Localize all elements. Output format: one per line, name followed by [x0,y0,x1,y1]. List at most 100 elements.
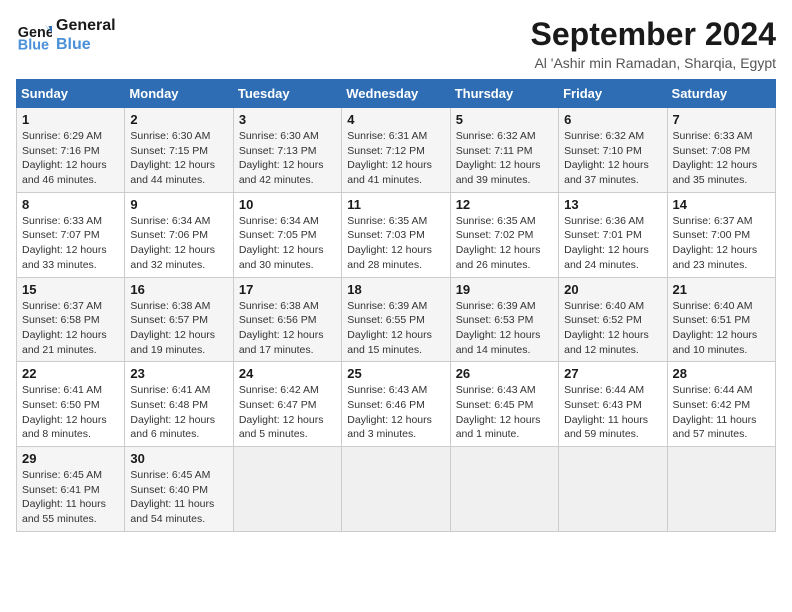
week-row-3: 15 Sunrise: 6:37 AMSunset: 6:58 PMDayligh… [17,277,776,362]
day-detail: Sunrise: 6:44 AMSunset: 6:42 PMDaylight:… [673,383,770,442]
table-cell: 5 Sunrise: 6:32 AMSunset: 7:11 PMDaylight… [450,108,558,193]
table-cell: 22 Sunrise: 6:41 AMSunset: 6:50 PMDayligh… [17,362,125,447]
day-number: 11 [347,197,444,212]
week-row-4: 22 Sunrise: 6:41 AMSunset: 6:50 PMDayligh… [17,362,776,447]
day-number: 8 [22,197,119,212]
table-cell: 6Sunrise: 6:32 AMSunset: 7:10 PMDaylight… [559,108,667,193]
table-cell [559,447,667,532]
day-number: 26 [456,366,553,381]
day-detail: Sunrise: 6:45 AMSunset: 6:41 PMDaylight:… [22,468,119,527]
day-number: 25 [347,366,444,381]
day-number: 10 [239,197,336,212]
day-detail: Sunrise: 6:31 AMSunset: 7:12 PMDaylight:… [347,129,444,188]
day-number: 5 [456,112,553,127]
col-sunday: Sunday [17,80,125,108]
page-header: General Blue General Blue September 2024… [16,16,776,71]
logo-icon: General Blue [16,17,52,53]
table-cell: 26 Sunrise: 6:43 AMSunset: 6:45 PMDayligh… [450,362,558,447]
day-number: 18 [347,282,444,297]
day-detail: Sunrise: 6:39 AMSunset: 6:53 PMDaylight:… [456,299,553,358]
day-detail: Sunrise: 6:34 AMSunset: 7:06 PMDaylight:… [130,214,227,273]
table-cell: 4Sunrise: 6:31 AMSunset: 7:12 PMDaylight… [342,108,450,193]
day-detail: Sunrise: 6:40 AMSunset: 6:51 PMDaylight:… [673,299,770,358]
table-cell: 11 Sunrise: 6:35 AMSunset: 7:03 PMDayligh… [342,192,450,277]
day-detail: Sunrise: 6:41 AMSunset: 6:48 PMDaylight:… [130,383,227,442]
svg-text:Blue: Blue [18,38,49,54]
day-detail: Sunrise: 6:40 AMSunset: 6:52 PMDaylight:… [564,299,661,358]
table-cell: 15 Sunrise: 6:37 AMSunset: 6:58 PMDayligh… [17,277,125,362]
table-cell: 8 Sunrise: 6:33 AMSunset: 7:07 PMDaylight… [17,192,125,277]
table-cell: 30Sunrise: 6:45 AMSunset: 6:40 PMDayligh… [125,447,233,532]
day-detail: Sunrise: 6:29 AMSunset: 7:16 PMDaylight:… [22,129,119,188]
calendar-header-row: Sunday Monday Tuesday Wednesday Thursday… [17,80,776,108]
day-number: 28 [673,366,770,381]
table-cell: 9 Sunrise: 6:34 AMSunset: 7:06 PMDaylight… [125,192,233,277]
day-number: 7 [673,112,770,127]
week-row-5: 29Sunrise: 6:45 AMSunset: 6:41 PMDayligh… [17,447,776,532]
day-detail: Sunrise: 6:37 AMSunset: 6:58 PMDaylight:… [22,299,119,358]
table-cell: 21 Sunrise: 6:40 AMSunset: 6:51 PMDayligh… [667,277,775,362]
week-row-1: 1 Sunrise: 6:29 AMSunset: 7:16 PMDaylight… [17,108,776,193]
table-cell: 18 Sunrise: 6:39 AMSunset: 6:55 PMDayligh… [342,277,450,362]
table-cell: 1 Sunrise: 6:29 AMSunset: 7:16 PMDaylight… [17,108,125,193]
table-cell: 23 Sunrise: 6:41 AMSunset: 6:48 PMDayligh… [125,362,233,447]
table-cell: 17 Sunrise: 6:38 AMSunset: 6:56 PMDayligh… [233,277,341,362]
day-detail: Sunrise: 6:38 AMSunset: 6:56 PMDaylight:… [239,299,336,358]
day-detail: Sunrise: 6:37 AMSunset: 7:00 PMDaylight:… [673,214,770,273]
table-cell: 24 Sunrise: 6:42 AMSunset: 6:47 PMDayligh… [233,362,341,447]
day-number: 27 [564,366,661,381]
day-detail: Sunrise: 6:43 AMSunset: 6:46 PMDaylight:… [347,383,444,442]
day-detail: Sunrise: 6:41 AMSunset: 6:50 PMDaylight:… [22,383,119,442]
day-number: 24 [239,366,336,381]
day-number: 3 [239,112,336,127]
day-detail: Sunrise: 6:30 AMSunset: 7:13 PMDaylight:… [239,129,336,188]
day-detail: Sunrise: 6:33 AMSunset: 7:08 PMDaylight:… [673,129,770,188]
day-number: 17 [239,282,336,297]
location: Al 'Ashir min Ramadan, Sharqia, Egypt [531,55,776,71]
day-number: 1 [22,112,119,127]
table-cell: 19 Sunrise: 6:39 AMSunset: 6:53 PMDayligh… [450,277,558,362]
table-cell: 12Sunrise: 6:35 AMSunset: 7:02 PMDayligh… [450,192,558,277]
table-cell [667,447,775,532]
col-saturday: Saturday [667,80,775,108]
day-number: 15 [22,282,119,297]
day-detail: Sunrise: 6:42 AMSunset: 6:47 PMDaylight:… [239,383,336,442]
col-monday: Monday [125,80,233,108]
day-number: 20 [564,282,661,297]
col-wednesday: Wednesday [342,80,450,108]
table-cell: 16Sunrise: 6:38 AMSunset: 6:57 PMDayligh… [125,277,233,362]
day-detail: Sunrise: 6:35 AMSunset: 7:03 PMDaylight:… [347,214,444,273]
table-cell: 7 Sunrise: 6:33 AMSunset: 7:08 PMDaylight… [667,108,775,193]
logo-general: General [56,16,116,35]
day-number: 23 [130,366,227,381]
table-cell: 14 Sunrise: 6:37 AMSunset: 7:00 PMDayligh… [667,192,775,277]
day-detail: Sunrise: 6:36 AMSunset: 7:01 PMDaylight:… [564,214,661,273]
day-detail: Sunrise: 6:38 AMSunset: 6:57 PMDaylight:… [130,299,227,358]
day-detail: Sunrise: 6:43 AMSunset: 6:45 PMDaylight:… [456,383,553,442]
month-title: September 2024 [531,16,776,53]
day-detail: Sunrise: 6:39 AMSunset: 6:55 PMDaylight:… [347,299,444,358]
day-number: 21 [673,282,770,297]
day-number: 19 [456,282,553,297]
day-detail: Sunrise: 6:32 AMSunset: 7:10 PMDaylight:… [564,129,661,188]
col-tuesday: Tuesday [233,80,341,108]
day-number: 2 [130,112,227,127]
calendar-table: Sunday Monday Tuesday Wednesday Thursday… [16,79,776,532]
table-cell [233,447,341,532]
day-number: 14 [673,197,770,212]
logo: General Blue General Blue [16,16,116,54]
logo-blue: Blue [56,35,116,54]
table-cell [342,447,450,532]
day-detail: Sunrise: 6:34 AMSunset: 7:05 PMDaylight:… [239,214,336,273]
table-cell: 27Sunrise: 6:44 AMSunset: 6:43 PMDayligh… [559,362,667,447]
day-number: 13 [564,197,661,212]
day-number: 22 [22,366,119,381]
day-detail: Sunrise: 6:35 AMSunset: 7:02 PMDaylight:… [456,214,553,273]
day-number: 9 [130,197,227,212]
day-detail: Sunrise: 6:33 AMSunset: 7:07 PMDaylight:… [22,214,119,273]
table-cell: 25 Sunrise: 6:43 AMSunset: 6:46 PMDayligh… [342,362,450,447]
day-number: 30 [130,451,227,466]
table-cell: 3 Sunrise: 6:30 AMSunset: 7:13 PMDaylight… [233,108,341,193]
day-detail: Sunrise: 6:32 AMSunset: 7:11 PMDaylight:… [456,129,553,188]
table-cell [450,447,558,532]
